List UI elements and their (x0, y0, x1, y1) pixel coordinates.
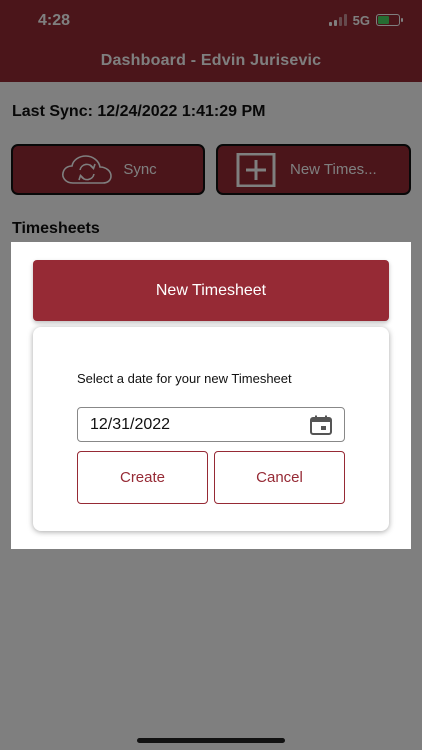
date-input[interactable]: 12/31/2022 (77, 407, 345, 442)
create-button-label: Create (119, 469, 166, 486)
dialog-header: New Timesheet (33, 260, 389, 321)
dialog-title: New Timesheet (155, 281, 267, 299)
app-screen: 4:28 5G Dashboard - Edvin Jurisevic Last… (0, 0, 422, 750)
cancel-button[interactable]: Cancel (214, 451, 345, 504)
home-indicator[interactable] (137, 738, 285, 743)
dialog-card: Select a date for your new Timesheet 12/… (33, 327, 389, 531)
date-value: 12/31/2022 (90, 416, 171, 433)
calendar-icon[interactable] (310, 415, 332, 435)
create-button[interactable]: Create (77, 451, 208, 504)
cancel-button-label: Cancel (256, 469, 303, 486)
dialog-prompt: Select a date for your new Timesheet (77, 371, 292, 386)
new-timesheet-dialog: New Timesheet Select a date for your new… (11, 242, 411, 549)
